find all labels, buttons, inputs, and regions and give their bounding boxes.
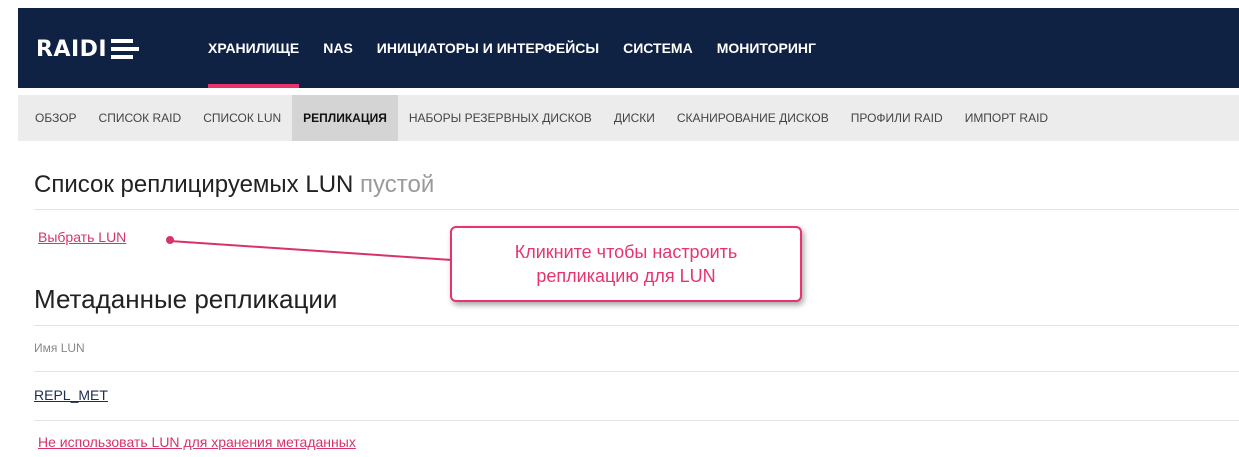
callout-line-1: Кликните чтобы настроить: [514, 242, 738, 262]
topnav-system-label: СИСТЕМА: [623, 40, 693, 56]
replication-metadata-title: Метаданные репликации: [34, 284, 338, 314]
table-divider: [34, 371, 1239, 372]
topnav-monitoring[interactable]: МОНИТОРИНГ: [705, 8, 828, 88]
hint-callout: Кликните чтобы настроить репликацию для …: [450, 226, 802, 302]
tab-overview[interactable]: ОБЗОР: [24, 95, 88, 141]
topnav-storage[interactable]: ХРАНИЛИЩЕ: [196, 8, 311, 88]
replicated-luns-title-text: Список реплицируемых LUN: [34, 171, 354, 198]
topnav-system[interactable]: СИСТЕМА: [611, 8, 705, 88]
tab-spare-pools[interactable]: НАБОРЫ РЕЗЕРВНЫХ ДИСКОВ: [398, 95, 603, 141]
tab-drive-scan[interactable]: СКАНИРОВАНИЕ ДИСКОВ: [666, 95, 840, 141]
topnav-nas[interactable]: NAS: [311, 8, 365, 88]
topnav-monitoring-label: МОНИТОРИНГ: [716, 40, 816, 56]
tab-raid-list[interactable]: СПИСОК RAID: [88, 95, 193, 141]
section-divider: [34, 209, 1239, 210]
tab-raid-import[interactable]: ИМПОРТ RAID: [954, 95, 1059, 141]
tab-lun-list[interactable]: СПИСОК LUN: [192, 95, 292, 141]
topnav-initiators-label: ИНИЦИАТОРЫ И ИНТЕРФЕЙСЫ: [376, 40, 600, 56]
top-navigation-bar: RAIDI ХРАНИЛИЩЕ NAS ИНИЦИАТОРЫ И ИНТЕРФЕ…: [18, 8, 1239, 88]
storage-submenu: ОБЗОР СПИСОК RAID СПИСОК LUN РЕПЛИКАЦИЯ …: [18, 95, 1239, 141]
section-divider: [34, 325, 1239, 326]
logo-text: RAIDI: [36, 36, 108, 62]
raidix-logo[interactable]: RAIDI: [36, 36, 140, 62]
select-lun-link[interactable]: Выбрать LUN: [38, 229, 126, 245]
callout-line-2: репликацию для LUN: [536, 266, 716, 286]
sub-navigation-bar: ОБЗОР СПИСОК RAID СПИСОК LUN РЕПЛИКАЦИЯ …: [18, 95, 1239, 141]
tab-replication[interactable]: РЕПЛИКАЦИЯ: [292, 95, 398, 141]
callout-connector: [170, 240, 453, 261]
logo-mark-icon: [111, 39, 140, 59]
replicated-luns-status: пустой: [360, 171, 435, 198]
topnav-nas-label: NAS: [323, 40, 353, 56]
metadata-lun-link[interactable]: REPL_MET: [34, 387, 108, 403]
tab-drives[interactable]: ДИСКИ: [603, 95, 666, 141]
table-divider: [34, 420, 1239, 421]
callout-anchor-dot: [166, 236, 174, 244]
main-menu: ХРАНИЛИЩЕ NAS ИНИЦИАТОРЫ И ИНТЕРФЕЙСЫ СИ…: [196, 8, 828, 88]
topnav-initiators[interactable]: ИНИЦИАТОРЫ И ИНТЕРФЕЙСЫ: [365, 8, 611, 88]
column-header-lun-name: Имя LUN: [34, 341, 85, 355]
tab-raid-profiles[interactable]: ПРОФИЛИ RAID: [840, 95, 954, 141]
unuse-metadata-lun-link[interactable]: Не использовать LUN для хранения метадан…: [38, 434, 356, 450]
topnav-storage-label: ХРАНИЛИЩЕ: [208, 40, 300, 56]
replicated-luns-title: Список реплицируемых LUN пустой: [34, 171, 434, 199]
